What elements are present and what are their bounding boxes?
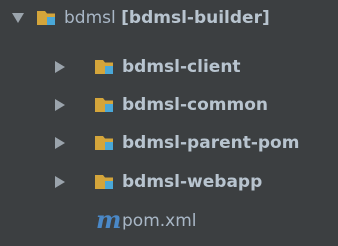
root-module-name: bdmsl <box>64 8 116 28</box>
tree-row-pom-xml[interactable]: m pom.xml <box>0 206 338 236</box>
project-tree: bdmsl [bdmsl-builder] bdmsl-client bdmsl… <box>0 0 338 246</box>
module-folder-icon <box>94 135 120 151</box>
tree-row-bdmsl-client[interactable]: bdmsl-client <box>0 52 338 82</box>
expand-arrow-right-icon[interactable] <box>54 99 66 111</box>
tree-item-label: bdmsl-webapp <box>122 172 263 192</box>
tree-row-bdmsl-webapp[interactable]: bdmsl-webapp <box>0 167 338 197</box>
tree-item-label: pom.xml <box>122 211 197 231</box>
module-folder-icon <box>94 174 120 190</box>
tree-item-label: bdmsl-client <box>122 57 241 77</box>
maven-file-icon: m <box>96 206 122 234</box>
tree-item-label: bdmsl-common <box>122 95 269 115</box>
expand-arrow-right-icon[interactable] <box>54 61 66 73</box>
tree-item-label: bdmsl [bdmsl-builder] <box>64 7 270 29</box>
expand-arrow-right-icon[interactable] <box>54 176 66 188</box>
module-folder-icon <box>94 97 120 113</box>
tree-row-bdmsl-parent-pom[interactable]: bdmsl-parent-pom <box>0 128 338 158</box>
expand-arrow-down-icon[interactable] <box>12 12 24 24</box>
module-folder-icon <box>94 59 120 75</box>
tree-row-bdmsl-common[interactable]: bdmsl-common <box>0 90 338 120</box>
tree-item-label: bdmsl-parent-pom <box>122 133 300 153</box>
root-module-builder-label: [bdmsl-builder] <box>121 8 270 28</box>
tree-row-root[interactable]: bdmsl [bdmsl-builder] <box>0 3 338 33</box>
expand-arrow-right-icon[interactable] <box>54 137 66 149</box>
module-folder-icon <box>36 10 62 26</box>
